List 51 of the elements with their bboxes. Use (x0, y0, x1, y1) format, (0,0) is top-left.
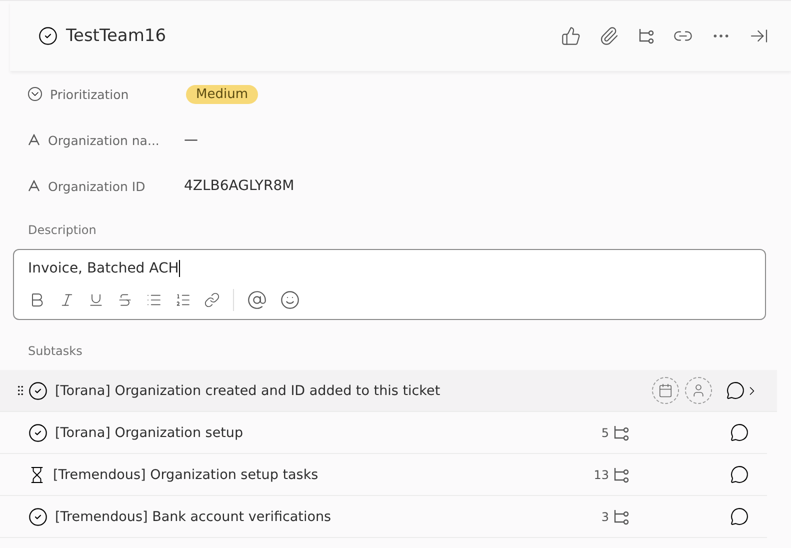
subtask-count: 13 (594, 468, 609, 482)
section-label: Description (28, 222, 98, 239)
field-label: Organization ID (48, 178, 146, 194)
subtask-title: [Torana] Organization created and ID added to this ticket (55, 382, 442, 398)
numbered-list-icon[interactable] (175, 292, 191, 308)
section-label: Subtasks (28, 343, 84, 360)
subtask-title: [Tremendous] Bank account verifications (55, 508, 332, 524)
field-value: 4ZLB6AGLYR8M (184, 178, 294, 194)
underline-icon[interactable] (88, 292, 104, 308)
strikethrough-icon[interactable] (117, 292, 133, 308)
check-circle-icon[interactable] (28, 422, 48, 442)
subtask-row[interactable]: [Tremendous] Organization setup tasks 13 (0, 454, 767, 496)
comment-icon[interactable] (730, 423, 749, 442)
field-label: Organization na... (48, 132, 160, 148)
description-text: Invoice, Batched ACH (28, 260, 179, 276)
subtask-title: [Tremendous] Organization setup tasks (53, 466, 320, 482)
check-circle-icon[interactable] (38, 26, 58, 46)
subtask-icon (612, 508, 630, 526)
person-icon (691, 383, 706, 398)
choice-field-icon (28, 87, 42, 101)
comment-icon[interactable] (730, 507, 749, 526)
subtask-icon (612, 466, 630, 484)
subtask-icon (612, 424, 630, 442)
subtask-row[interactable]: [Torana] Organization setup 5 (0, 412, 767, 454)
check-circle-icon[interactable] (28, 506, 48, 526)
calendar-icon (658, 383, 673, 398)
subtasks-icon (637, 27, 655, 45)
subtask-title: [Torana] Organization setup (55, 424, 244, 440)
text-field-icon (28, 134, 40, 146)
thumbs-up-icon[interactable] (561, 26, 581, 46)
link-icon[interactable] (204, 292, 220, 308)
text-cursor (178, 260, 180, 277)
priority-tag[interactable]: Medium (186, 84, 258, 104)
italic-icon[interactable] (59, 292, 75, 308)
field-label: Prioritization (50, 86, 130, 102)
field-value: — (184, 132, 198, 148)
due-date-button[interactable] (652, 377, 679, 404)
subtask-row[interactable]: [Tremendous] Bank account verifications 3 (0, 496, 767, 538)
paperclip-icon[interactable] (599, 26, 619, 46)
task-title: TestTeam16 (66, 26, 168, 46)
subtask-row[interactable]: [Torana] Organization created and ID added to this ticket (0, 370, 777, 412)
text-field-icon (28, 180, 40, 192)
mention-icon[interactable] (247, 290, 267, 310)
comment-icon[interactable] (726, 381, 745, 400)
description-editor[interactable]: Invoice, Batched ACH (13, 249, 766, 320)
comment-icon[interactable] (730, 465, 749, 484)
assignee-button[interactable] (685, 377, 712, 404)
subtask-count: 3 (601, 510, 609, 524)
subtask-count: 5 (601, 426, 609, 440)
check-circle-icon[interactable] (28, 380, 48, 400)
emoji-icon[interactable] (280, 290, 300, 310)
